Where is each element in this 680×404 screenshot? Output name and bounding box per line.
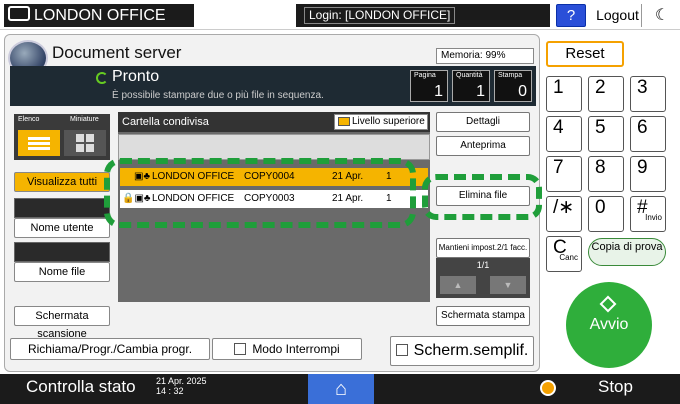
user-name-button[interactable]: Nome utente: [14, 218, 110, 238]
list-icon-line: [28, 142, 50, 145]
list-icon-line: [28, 147, 50, 150]
key-3[interactable]: 3: [630, 76, 666, 112]
start-label: Avvio: [589, 316, 629, 333]
list-header: [118, 134, 430, 160]
interrupt-mode-label: Modo Interrompi: [252, 342, 340, 356]
reset-button[interactable]: Reset: [546, 41, 624, 67]
home-icon[interactable]: ⌂: [308, 374, 374, 404]
login-label: Login: [LONDON OFFICE]: [304, 7, 456, 24]
stop-button[interactable]: Stop: [598, 377, 633, 397]
key-hash[interactable]: # Invio: [630, 196, 666, 232]
list-view-button[interactable]: [18, 130, 60, 156]
time: 14 : 32: [156, 386, 184, 396]
memory-indicator: Memoria: 99%: [436, 48, 534, 64]
user-button[interactable]: LONDON OFFICE: [4, 4, 194, 27]
keep-settings-button[interactable]: Mantieni impost.2/1 facc.: [436, 238, 530, 258]
thumbnail-view-button[interactable]: [64, 130, 106, 156]
key-5[interactable]: 5: [588, 116, 624, 152]
show-all-button[interactable]: Visualizza tutti: [14, 172, 110, 192]
check-status-button[interactable]: Controlla stato: [26, 377, 136, 397]
clear-key-sub: Canc: [559, 253, 578, 262]
user-icon: [8, 6, 30, 22]
start-button[interactable]: Avvio: [566, 282, 652, 368]
up-level-button[interactable]: Livello superiore: [334, 114, 428, 130]
folder-up-icon: [338, 116, 350, 126]
grid-icon: [76, 134, 84, 142]
clear-key[interactable]: C Canc: [546, 236, 582, 272]
key-9[interactable]: 9: [630, 156, 666, 192]
key-hash-sub: Invio: [645, 213, 662, 222]
file-selection-highlight: [104, 158, 416, 228]
page-down-button[interactable]: ▼: [490, 276, 526, 294]
counter-quantita: Quantità 1: [452, 70, 490, 102]
status-message: È possibile stampare due o più file in s…: [112, 90, 324, 101]
preview-button[interactable]: Anteprima: [436, 136, 530, 156]
help-button[interactable]: ?: [556, 4, 586, 27]
list-icon: [28, 137, 50, 140]
interrupt-mode-button[interactable]: Modo Interrompi: [212, 338, 362, 360]
key-7[interactable]: 7: [546, 156, 582, 192]
key-1[interactable]: 1: [546, 76, 582, 112]
grid-icon-cell: [86, 134, 94, 142]
details-button[interactable]: Dettagli: [436, 112, 530, 132]
logout-button[interactable]: Logout: [594, 4, 642, 27]
key-0[interactable]: 0: [588, 196, 624, 232]
simple-screen-label: Scherm.semplif.: [413, 342, 529, 359]
app-title: Document server: [52, 43, 182, 62]
login-box[interactable]: Login: [LONDON OFFICE]: [296, 4, 550, 27]
page-up-button[interactable]: ▲: [440, 276, 476, 294]
key-2[interactable]: 2: [588, 76, 624, 112]
counter-stampa: Stampa 0: [494, 70, 532, 102]
user-name-filter-field[interactable]: [14, 198, 110, 218]
user-name: LONDON OFFICE: [34, 7, 166, 24]
start-icon: [599, 295, 617, 313]
print-screen-button[interactable]: Schermata stampa: [436, 306, 530, 326]
file-name-filter-field[interactable]: [14, 242, 110, 262]
key-6[interactable]: 6: [630, 116, 666, 152]
grid-icon-cell: [76, 144, 84, 152]
scan-screen-button[interactable]: Schermata scansione: [14, 306, 110, 340]
recall-program-button[interactable]: Richiama/Progr./Cambia progr.: [10, 338, 210, 360]
key-4[interactable]: 4: [546, 116, 582, 152]
simple-screen-button[interactable]: Scherm.semplif.: [390, 336, 534, 366]
proof-copy-button[interactable]: Copia di prova: [588, 238, 666, 266]
file-name-button[interactable]: Nome file: [14, 262, 110, 282]
checkbox-icon: [395, 343, 408, 356]
thumbnail-view-label: Miniature: [70, 116, 99, 123]
delete-button-highlight: [422, 174, 542, 220]
page-indicator: 1/1: [476, 260, 490, 270]
status-text: Pronto: [112, 68, 160, 85]
date: 21 Apr. 2025: [156, 376, 207, 386]
list-view-label: Elenco: [18, 116, 40, 123]
counter-pagina: Pagina 1: [410, 70, 448, 102]
date-time: 21 Apr. 2025 14 : 32: [156, 376, 207, 396]
key-8[interactable]: 8: [588, 156, 624, 192]
checkbox-icon: [234, 342, 247, 355]
ready-icon: [96, 72, 108, 84]
stop-icon[interactable]: [540, 380, 556, 396]
moon-icon[interactable]: ☾: [648, 4, 676, 27]
key-star[interactable]: /∗: [546, 196, 582, 232]
up-level-label: Livello superiore: [352, 116, 425, 127]
grid-icon-cell: [86, 144, 94, 152]
